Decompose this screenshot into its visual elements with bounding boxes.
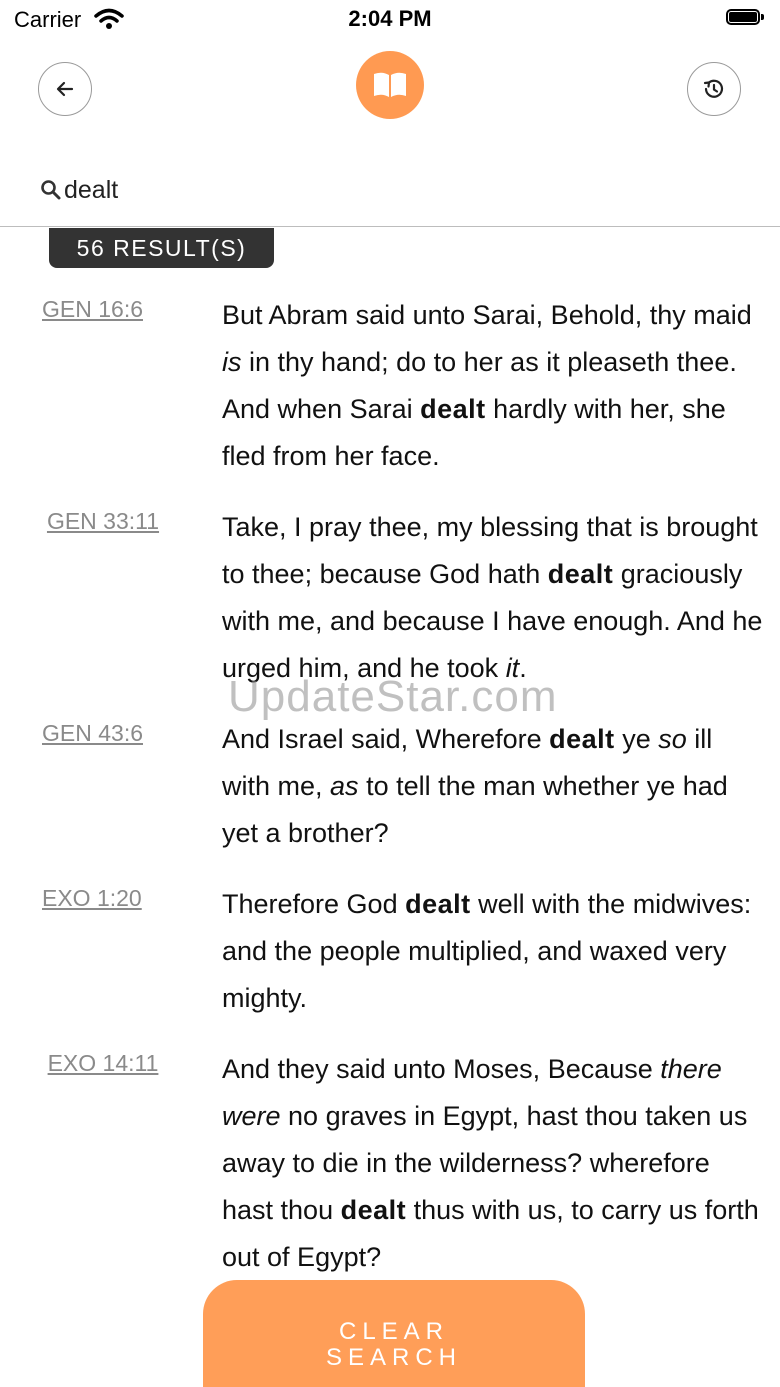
clear-search-line2: SEARCH [325,1344,463,1371]
search-bar [0,160,780,227]
status-time: 2:04 PM [348,6,432,31]
arrow-left-icon [56,81,74,97]
history-clock-icon [703,79,724,98]
verse-segment: . [519,653,527,683]
verse-text: And Israel said, Wherefore dealt ye so i… [222,716,767,857]
verse-segment: as [330,771,359,801]
search-input[interactable] [64,172,664,208]
search-match: dealt [405,889,471,919]
status-bar: Carrier 2:04 PM [0,0,780,40]
verse-segment: so [658,724,687,754]
clear-search-button[interactable]: CLEAR SEARCH [203,1280,585,1387]
back-button[interactable] [38,62,92,116]
verse-text: And they said unto Moses, Because there … [222,1046,767,1281]
result-item[interactable]: GEN 16:6 But Abram said unto Sarai, Behol… [0,292,780,480]
verse-segment: Therefore God [222,889,406,919]
verse-segment: ye [614,724,659,754]
verse-reference-link[interactable]: EXO 1:20 [42,885,164,912]
verse-reference-link[interactable]: GEN 16:6 [42,296,164,323]
verse-segment: And Israel said, Wherefore [222,724,550,754]
verse-reference-link[interactable]: GEN 43:6 [42,720,164,747]
verse-segment: And they said unto Moses, Because [222,1054,661,1084]
results-count-badge: 56 RESULT(S) [49,228,274,268]
results-list: GEN 16:6 But Abram said unto Sarai, Behol… [0,292,780,1305]
result-item[interactable]: GEN 33:11 Take, I pray thee, my blessing … [0,504,780,692]
verse-segment: But Abram said unto Sarai, Behold, thy m… [222,300,752,330]
search-match: dealt [547,559,614,589]
clear-search-line1: CLEAR [338,1318,450,1345]
result-item[interactable]: GEN 43:6 And Israel said, Wherefore dealt… [0,716,780,857]
history-button[interactable] [687,62,741,116]
result-item[interactable]: EXO 1:20 Therefore God dealt well with th… [0,881,780,1022]
search-match: dealt [340,1195,407,1225]
app-logo [356,51,424,119]
search-match: dealt [549,724,615,754]
battery-icon [726,9,766,27]
verse-text: Take, I pray thee, my blessing that is b… [222,504,767,692]
open-book-icon [374,72,406,97]
verse-text: But Abram said unto Sarai, Behold, thy m… [222,292,767,480]
search-icon [40,179,62,206]
result-item[interactable]: EXO 14:11 And they said unto Moses, Becau… [0,1046,780,1281]
verse-text: Therefore God dealt well with the midwiv… [222,881,767,1022]
verse-reference-link[interactable]: EXO 14:11 [42,1050,164,1076]
search-match: dealt [420,394,486,424]
verse-reference-link[interactable]: GEN 33:11 [42,508,164,534]
verse-segment: it [505,653,520,683]
verse-segment: is [222,347,242,377]
